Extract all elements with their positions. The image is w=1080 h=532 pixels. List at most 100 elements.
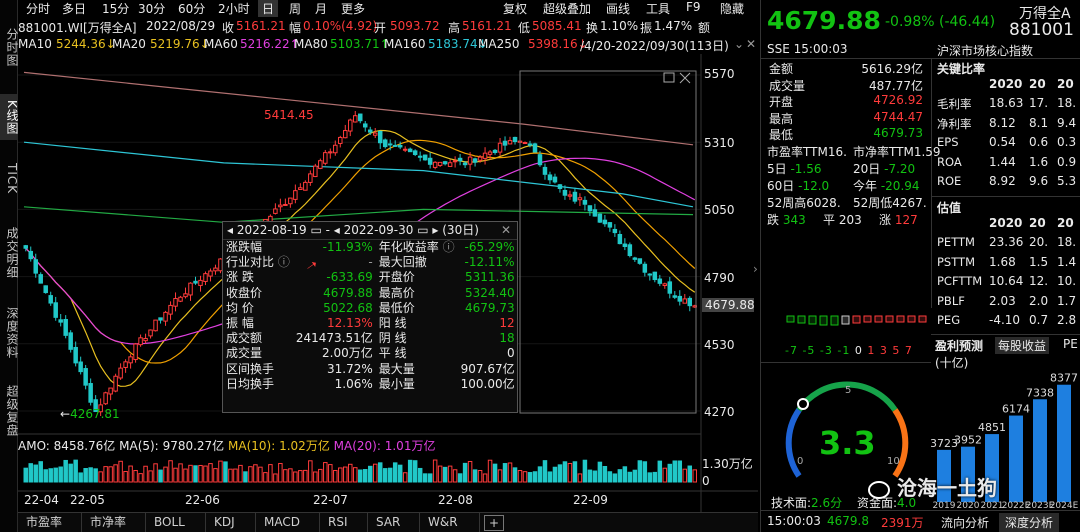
tab-kline[interactable]: K线图 xyxy=(0,94,19,140)
quote-label: 最低 xyxy=(769,128,794,142)
candle-body xyxy=(48,295,53,304)
maximize-icon[interactable] xyxy=(663,72,675,83)
tech-score: 2.6分 xyxy=(811,496,843,510)
range-end-date[interactable]: 2022-09-30 xyxy=(344,223,414,237)
forecast-tab-eps[interactable]: 每股收益 xyxy=(995,337,1050,354)
period-tab-intraday[interactable]: 分时 xyxy=(26,0,50,17)
candle-body xyxy=(367,129,373,133)
tab-intraday[interactable]: 分时图 xyxy=(0,20,19,74)
quote-value: 5616.29亿 xyxy=(861,62,923,76)
forecast-tab-earnings[interactable]: 盈利预测 xyxy=(935,337,983,354)
period-tab-multiday[interactable]: 多日 xyxy=(62,0,86,17)
vol-ma10-label: MA(10): xyxy=(228,439,276,453)
candle-body xyxy=(532,143,538,153)
stats-label: 收盘价 xyxy=(226,285,263,300)
adjust-button[interactable]: 复权 xyxy=(503,0,527,17)
deep-analysis-tab[interactable]: 深度分析 xyxy=(999,513,1060,532)
tick-volume: 2391万 xyxy=(881,516,924,530)
stats-label: 阳 线 xyxy=(378,316,407,331)
calendar-icon[interactable]: ▭ xyxy=(310,223,321,237)
volume-bar xyxy=(193,465,198,483)
indicator-tab-sar[interactable]: SAR xyxy=(368,513,420,532)
chevron-left-icon[interactable]: ◂ xyxy=(227,223,233,237)
quote-label: 金额 xyxy=(769,62,794,76)
volume-bar xyxy=(457,473,463,483)
flow-analysis-tab[interactable]: 流向分析 xyxy=(937,513,993,532)
candle-body xyxy=(113,375,118,392)
stats-row: 行业对比 ⓘ - 最大回撤 -12.11% xyxy=(223,255,518,270)
candle-body xyxy=(567,194,573,197)
volume-bar xyxy=(93,468,98,483)
volume-bar xyxy=(617,469,623,483)
help-icon[interactable]: ⓘ xyxy=(274,255,290,269)
volume-bar xyxy=(23,467,28,483)
close-icon[interactable]: ✕ xyxy=(501,222,511,239)
indicator-tab-kdj[interactable]: KDJ xyxy=(206,513,256,532)
candle-body xyxy=(28,250,33,260)
tab-trade-detail[interactable]: 成交明细 xyxy=(0,218,19,288)
calendar-icon[interactable]: ▭ xyxy=(417,223,428,237)
period-tab-60m[interactable]: 60分 xyxy=(178,0,205,17)
tab-super-review[interactable]: 超级复盘 xyxy=(0,378,19,444)
period-tab-day[interactable]: 日 xyxy=(258,0,279,17)
volume-bar xyxy=(642,461,648,483)
volume-bar xyxy=(33,464,38,483)
volume-bar xyxy=(602,466,608,483)
indicator-tab-pb[interactable]: 市净率 xyxy=(82,513,146,532)
ma-legend-row: MA10 5244.36↓ MA20 5219.76↓ MA60 5216.22… xyxy=(18,37,758,54)
chevron-right-icon[interactable]: ▸ xyxy=(432,223,438,237)
candle-body xyxy=(213,267,218,272)
add-indicator-button[interactable]: + xyxy=(484,515,504,531)
candle-body xyxy=(432,161,438,168)
panel-toggle-icon[interactable]: › xyxy=(753,262,758,276)
advancers-label: 涨 xyxy=(879,213,892,227)
period-tab-week[interactable]: 周 xyxy=(289,0,301,17)
period-tab-2h[interactable]: 2小时 xyxy=(218,0,250,17)
ma20-label: MA20 xyxy=(112,37,146,51)
ma-line xyxy=(23,141,694,208)
return-5d: -1.56 xyxy=(790,162,822,176)
volume-bar xyxy=(183,468,188,483)
tab-depth-info[interactable]: 深度资料 xyxy=(0,300,19,366)
indicator-tab-boll[interactable]: BOLL xyxy=(146,513,206,532)
forecast-tab-pe[interactable]: PE xyxy=(1063,337,1078,351)
table-header: 20 xyxy=(1057,216,1074,230)
help-icon[interactable]: ⓘ xyxy=(439,240,455,254)
stats-row: 成交量 2.00万亿平 线 0 xyxy=(223,346,518,361)
tab-tick[interactable]: TICK xyxy=(0,148,19,210)
indicator-tab-macd[interactable]: MACD xyxy=(256,513,320,532)
range-selection-box[interactable] xyxy=(519,70,697,414)
period-tab-15m[interactable]: 15分 xyxy=(102,0,129,17)
ratio-value: 2.0 xyxy=(1029,293,1049,308)
candle-body xyxy=(417,155,423,158)
close-icon[interactable]: ✕ xyxy=(746,37,756,51)
indicator-tab-pe[interactable]: 市盈率 xyxy=(18,513,82,532)
overlay-button[interactable]: 超级叠加 xyxy=(543,0,591,17)
tools-button[interactable]: 工具 xyxy=(646,0,670,17)
candle-body xyxy=(402,148,408,151)
period-tab-month[interactable]: 月 xyxy=(315,0,327,17)
range-start-date[interactable]: 2022-08-19 xyxy=(237,223,307,237)
candle-body xyxy=(592,209,598,217)
return-60d-label: 60日 xyxy=(767,179,795,193)
indicator-tab-wr[interactable]: W&R xyxy=(420,513,480,532)
volume-axis-top: 1.30万亿 xyxy=(702,457,753,471)
volume-axis-zero: 0 xyxy=(702,474,710,488)
candle-body xyxy=(677,295,683,302)
hide-button[interactable]: 隐藏 xyxy=(720,0,744,17)
period-tab-more[interactable]: 更多 xyxy=(341,0,365,17)
f9-button[interactable]: F9 xyxy=(686,0,701,14)
candle-body xyxy=(582,199,588,205)
chevron-down-icon[interactable]: ⌄ xyxy=(734,37,744,51)
indicator-tab-rsi[interactable]: RSI xyxy=(320,513,368,532)
volume-bar xyxy=(677,460,683,483)
volume-bar xyxy=(103,466,108,483)
volume-bar xyxy=(98,471,103,483)
vol-ma20-value: 1.01万亿 xyxy=(384,439,436,453)
period-tab-30m[interactable]: 30分 xyxy=(138,0,165,17)
chevron-left-icon[interactable]: ◂ xyxy=(334,223,340,237)
forecast-year-label: 2024E xyxy=(1050,501,1079,510)
draw-line-button[interactable]: 画线 xyxy=(606,0,630,17)
volume-bars xyxy=(23,459,698,483)
stats-row: 成交额 241473.51亿阴 线 18 xyxy=(223,331,518,346)
